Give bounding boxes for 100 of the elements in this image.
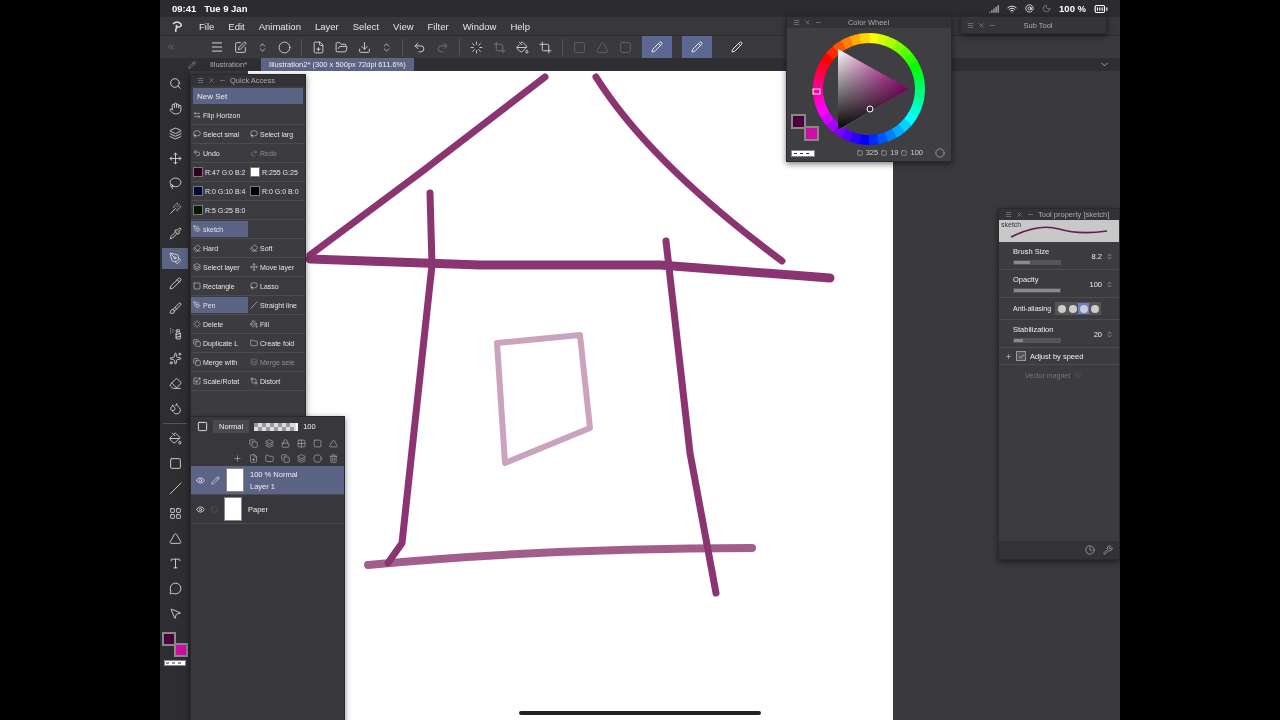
crop-icon [250,377,258,385]
balloon-icon [168,582,182,595]
sub-color-swatch[interactable] [804,126,819,141]
pen-icon [193,225,201,233]
ruler-icon [168,532,182,545]
tool-button[interactable] [162,248,188,269]
reference-icon[interactable] [265,439,274,448]
antialias-option[interactable] [1078,303,1090,314]
lock-icon[interactable] [281,439,290,448]
folder-icon[interactable] [335,40,348,54]
new-layer-icon[interactable] [233,454,242,463]
pencil-icon [168,277,182,290]
panel-menu-icon[interactable] [188,60,196,69]
property-slider[interactable] [1013,338,1061,343]
folder-icon [250,339,258,347]
menu-item[interactable]: Window [455,20,504,32]
transparency-lock-icon[interactable] [297,439,306,448]
pen-mode-toggle[interactable] [642,36,672,58]
wifi-icon [1007,3,1018,14]
edit-icon[interactable] [234,40,247,54]
new-folder-icon[interactable] [265,454,274,463]
hand-icon [168,102,182,115]
wand-icon [168,202,182,215]
crop-icon[interactable] [539,40,552,54]
pen-mode-toggle[interactable] [682,36,712,58]
antialias-option[interactable] [1067,303,1079,314]
fill-icon [168,432,182,445]
menu-item[interactable]: File [192,20,222,32]
reset-icon[interactable] [1085,545,1095,555]
hsv-label-icon [856,149,863,156]
new-vector-layer-icon[interactable] [249,454,258,463]
app-logo-icon[interactable] [170,19,184,33]
lasso-icon [193,130,201,138]
close-icon[interactable] [804,19,811,26]
panel-menu-icon[interactable] [197,77,204,84]
fill-icon[interactable] [516,40,529,54]
property-slider[interactable] [1013,260,1061,265]
transparent-color-icon[interactable] [164,660,186,666]
zoom-icon [168,77,182,90]
redo-icon[interactable] [436,40,449,54]
save-icon[interactable] [358,40,371,54]
flip-icon [193,111,201,119]
layers-icon [193,263,201,271]
antialias-option[interactable] [1089,303,1101,314]
panel-menu-icon[interactable] [793,19,800,26]
undo-icon[interactable] [413,40,426,54]
stepper-icon[interactable] [1106,280,1113,288]
color-mode-icon[interactable] [935,148,945,158]
property-slider[interactable] [1013,288,1061,293]
color-wheel[interactable] [811,31,927,147]
main-color-swatch[interactable] [791,114,806,129]
menu-item[interactable]: Filter [420,20,456,32]
moon-icon [1042,4,1052,13]
sub-color-swatch[interactable] [174,643,188,657]
airbrush-icon [168,327,182,340]
opacity-slider[interactable] [254,422,299,431]
rectangle-icon [193,282,201,290]
stepper-icon[interactable] [1106,252,1113,260]
transparent-color-icon[interactable] [791,150,815,157]
new-file-icon[interactable] [312,40,325,54]
stepper-icon[interactable] [1106,330,1113,338]
merge-icon[interactable] [297,454,306,463]
menu-icon[interactable] [210,40,224,54]
fill-icon [250,320,258,328]
up-down-icon[interactable] [381,41,392,53]
checkbox[interactable] [1016,351,1026,361]
copy-icon [193,339,201,347]
settings-icon[interactable] [1103,545,1113,555]
close-icon[interactable] [978,21,985,29]
antialias-option[interactable] [1056,303,1068,314]
panel-menu-icon[interactable] [1005,211,1012,218]
deselect-icon[interactable] [470,40,483,54]
layer-mask-icon[interactable] [313,454,322,463]
layer-thumbnail [226,468,244,492]
blend-icon [168,402,182,415]
signal-icon [989,3,1000,14]
minimize-icon[interactable] [815,19,822,26]
set-selector[interactable]: New Set [193,88,303,104]
layer-thumbnail [224,497,242,521]
menu-item[interactable]: Animation [251,20,308,32]
line-icon [250,301,258,309]
up-down-icon[interactable] [257,41,268,53]
menu-item[interactable]: Select [345,20,387,32]
line-icon [168,482,182,495]
close-icon[interactable] [1016,211,1023,218]
panel-menu-icon[interactable] [967,21,974,29]
minimize-icon[interactable] [1027,211,1034,218]
ruler-icon[interactable] [329,439,338,448]
expand-icon[interactable] [1005,352,1012,360]
minimize-icon[interactable] [219,77,226,84]
dotted-circle-icon [193,320,201,328]
menu-item[interactable]: Help [503,20,537,32]
menu-item[interactable]: Layer [307,20,346,32]
main-color-swatch[interactable] [162,632,176,646]
visibility-icon[interactable] [196,475,205,485]
close-icon[interactable] [208,77,215,84]
menu-item[interactable]: View [386,20,421,32]
menu-item[interactable]: Edit [221,20,252,32]
visibility-icon[interactable] [196,504,205,514]
delete-icon[interactable] [329,454,338,463]
